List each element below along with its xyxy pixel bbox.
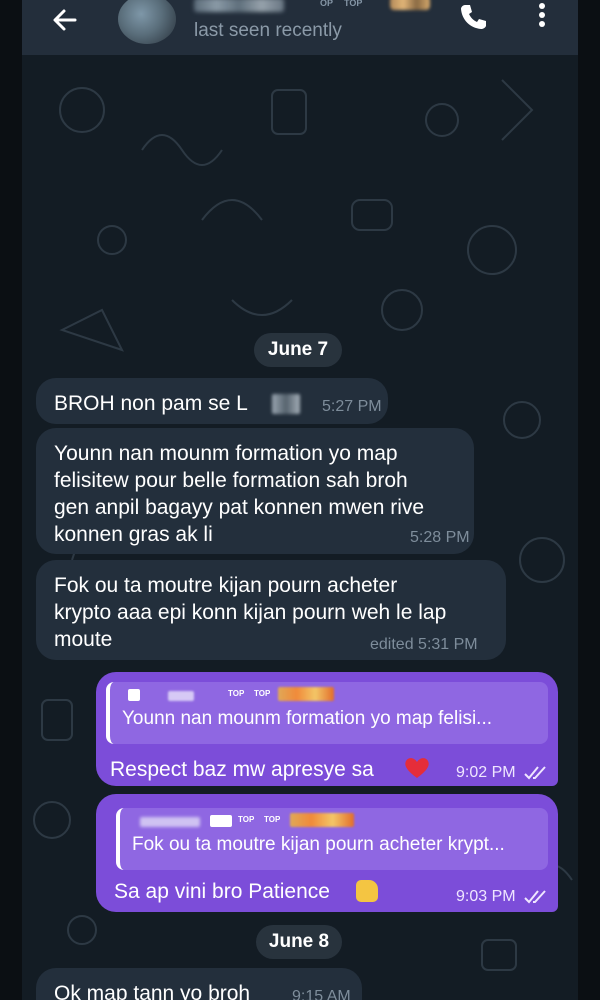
contact-avatar[interactable]	[118, 0, 176, 44]
reply-preview[interactable]: TOP TOP Fok ou ta moutre kijan pourn ach…	[116, 808, 548, 870]
message-bubble-incoming[interactable]: BROH non pam se L 5:27 PM	[36, 378, 388, 424]
read-checkmarks-icon	[524, 766, 546, 780]
message-text: BROH non pam se L	[54, 392, 248, 415]
heart-icon	[405, 758, 429, 778]
message-bubble-outgoing[interactable]: TOP TOP Younn nan mounm formation yo map…	[96, 672, 558, 786]
more-vert-icon[interactable]	[530, 1, 554, 31]
name-emoji-icon	[390, 0, 430, 10]
name-badge-op: OP	[320, 0, 334, 8]
message-text: Ok map tann yo broh	[54, 982, 251, 1000]
reply-sender: TOP TOP	[120, 685, 360, 703]
reply-text: Younn nan mounm formation yo map felisi.…	[122, 708, 492, 729]
phone-icon[interactable]	[458, 1, 488, 31]
message-text: Sa ap vini bro Patience	[114, 880, 330, 903]
message-bubble-incoming[interactable]: Younn nan mounm formation yo map felisit…	[36, 428, 474, 554]
thumbs-up-icon	[356, 880, 378, 902]
message-bubble-incoming[interactable]: Ok map tann yo broh 9:15 AM	[36, 968, 362, 1000]
redacted-text	[272, 394, 300, 414]
reply-badge-top: TOP	[228, 689, 245, 698]
chat-header: OP TOP last seen recently	[22, 0, 578, 55]
last-seen-status: last seen recently	[194, 20, 342, 41]
message-text: Respect baz mw apresye sa	[110, 758, 374, 781]
date-separator: June 8	[256, 925, 342, 959]
date-separator: June 7	[254, 333, 342, 367]
reply-badge-top: TOP	[254, 689, 271, 698]
message-time: 5:28 PM	[410, 529, 470, 546]
chat-screen: OP TOP last seen recently June 7 BROH no…	[22, 0, 578, 1000]
message-bubble-outgoing[interactable]: TOP TOP Fok ou ta moutre kijan pourn ach…	[96, 794, 558, 912]
reply-badge-top: TOP	[264, 815, 281, 824]
reply-preview[interactable]: TOP TOP Younn nan mounm formation yo map…	[106, 682, 548, 744]
reply-sender: TOP TOP	[130, 811, 370, 829]
contact-name[interactable]: OP TOP	[190, 0, 450, 16]
reply-badge-top: TOP	[238, 815, 255, 824]
message-time: edited 5:31 PM	[370, 636, 478, 653]
back-arrow-icon[interactable]	[50, 5, 80, 35]
message-bubble-incoming[interactable]: Fok ou ta moutre kijan pourn acheter kry…	[36, 560, 506, 660]
contact-name-redacted	[194, 0, 284, 12]
message-text: Younn nan mounm formation yo map felisit…	[54, 442, 425, 546]
message-time: 9:15 AM	[292, 988, 351, 1000]
message-time: 9:02 PM	[456, 764, 516, 781]
reply-sender-emoji-icon	[278, 687, 334, 701]
message-time: 9:03 PM	[456, 888, 516, 905]
read-checkmarks-icon	[524, 890, 546, 904]
reply-text: Fok ou ta moutre kijan pourn acheter kry…	[132, 834, 505, 855]
message-time: 5:27 PM	[322, 398, 382, 415]
reply-sender-emoji-icon	[290, 813, 354, 827]
name-badge-top: TOP	[344, 0, 363, 8]
